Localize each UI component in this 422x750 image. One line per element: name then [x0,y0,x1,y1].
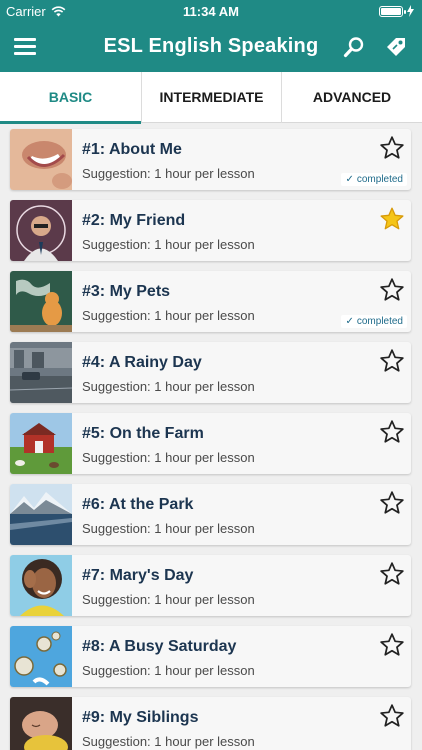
lesson-suggestion: Suggestion: 1 hour per lesson [82,379,255,394]
tab-intermediate[interactable]: INTERMEDIATE [141,72,281,123]
lesson-suggestion: Suggestion: 1 hour per lesson [82,521,255,536]
navigation-header: ESL English Speaking [0,22,422,72]
tag-icon[interactable] [384,35,408,59]
star-outline-icon[interactable] [379,135,405,161]
mountain-lake-thumbnail [10,484,72,545]
smiling-face-thumbnail [10,129,72,190]
lesson-title: #8: A Busy Saturday [82,638,237,655]
checkmark-icon: ✓ [345,174,354,185]
star-outline-icon[interactable] [379,632,405,658]
star-outline-icon[interactable] [379,277,405,303]
lesson-card-2[interactable]: #2: My Friend Suggestion: 1 hour per les… [10,200,411,261]
lesson-card-4[interactable]: #4: A Rainy Day Suggestion: 1 hour per l… [10,342,411,403]
status-time: 11:34 AM [183,4,239,19]
red-barn-thumbnail [10,413,72,474]
lesson-title: #5: On the Farm [82,425,204,442]
lesson-suggestion: Suggestion: 1 hour per lesson [82,166,255,181]
star-outline-icon[interactable] [379,490,405,516]
tab-basic[interactable]: BASIC [0,72,141,124]
rainy-street-thumbnail [10,342,72,403]
star-outline-icon[interactable] [379,561,405,587]
lesson-card-8[interactable]: #8: A Busy Saturday Suggestion: 1 hour p… [10,626,411,687]
completed-label: completed [356,316,403,327]
star-outline-icon[interactable] [379,348,405,374]
flying-clocks-thumbnail [10,626,72,687]
battery-icon [379,5,406,17]
status-right [379,5,414,17]
lesson-suggestion: Suggestion: 1 hour per lesson [82,450,255,465]
lesson-title: #3: My Pets [82,283,171,300]
smiling-woman-thumbnail [10,555,72,616]
charging-bolt-icon [407,5,414,17]
cat-at-blackboard-thumbnail [10,271,72,332]
lesson-card-5[interactable]: #5: On the Farm Suggestion: 1 hour per l… [10,413,411,474]
completed-badge: ✓ completed [341,315,407,328]
lesson-title: #4: A Rainy Day [82,354,202,371]
tab-advanced[interactable]: ADVANCED [281,72,422,123]
lesson-card-3[interactable]: #3: My Pets Suggestion: 1 hour per lesso… [10,271,411,332]
lesson-title: #7: Mary's Day [82,567,194,584]
man-with-glasses-thumbnail [10,200,72,261]
search-icon[interactable] [342,35,366,59]
lesson-list: #1: About Me Suggestion: 1 hour per less… [0,124,422,750]
lesson-title: #2: My Friend [82,212,186,229]
lesson-suggestion: Suggestion: 1 hour per lesson [82,308,255,323]
lesson-title: #1: About Me [82,141,182,158]
checkmark-icon: ✓ [345,316,354,327]
star-filled-icon[interactable] [379,206,405,232]
star-outline-icon[interactable] [379,419,405,445]
lesson-title: #9: My Siblings [82,709,199,726]
completed-label: completed [356,174,403,185]
lesson-level-tabs: BASIC INTERMEDIATE ADVANCED [0,72,422,124]
status-bar: Carrier 11:34 AM [0,0,422,22]
lesson-suggestion: Suggestion: 1 hour per lesson [82,734,255,749]
sleeping-baby-thumbnail [10,697,72,750]
app-header-bar: Carrier 11:34 AM ESL English Speaking [0,0,422,72]
lesson-title: #6: At the Park [82,496,194,513]
lesson-card-6[interactable]: #6: At the Park Suggestion: 1 hour per l… [10,484,411,545]
lesson-suggestion: Suggestion: 1 hour per lesson [82,663,255,678]
lesson-suggestion: Suggestion: 1 hour per lesson [82,592,255,607]
star-outline-icon[interactable] [379,703,405,729]
lesson-card-9[interactable]: #9: My Siblings Suggestion: 1 hour per l… [10,697,411,750]
lesson-card-1[interactable]: #1: About Me Suggestion: 1 hour per less… [10,129,411,190]
completed-badge: ✓ completed [341,173,407,186]
lesson-card-7[interactable]: #7: Mary's Day Suggestion: 1 hour per le… [10,555,411,616]
lesson-suggestion: Suggestion: 1 hour per lesson [82,237,255,252]
